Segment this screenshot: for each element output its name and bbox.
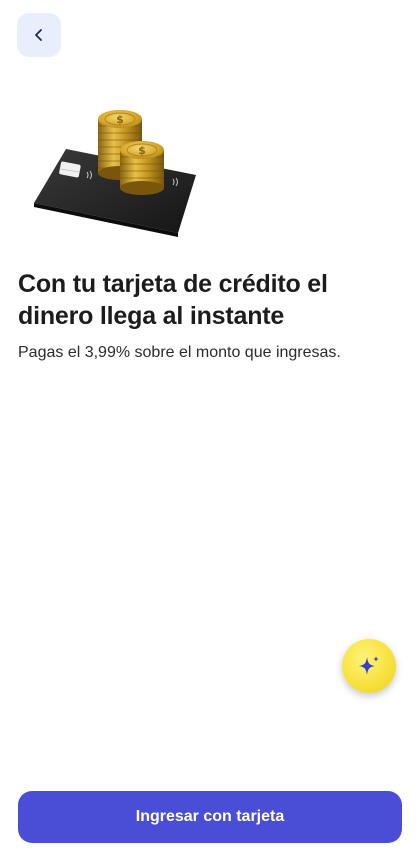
assistant-button[interactable] [342, 639, 396, 693]
svg-text:$: $ [138, 144, 146, 157]
hero-illustration: $ $ [28, 95, 208, 245]
enter-with-card-button[interactable]: Ingresar con tarjeta [18, 791, 402, 843]
coin-stack-short-icon: $ [120, 141, 164, 195]
svg-text:$: $ [116, 113, 124, 126]
back-button[interactable] [17, 13, 61, 57]
fee-description: Pagas el 3,99% sobre el monto que ingres… [18, 344, 341, 361]
chevron-left-icon [35, 29, 42, 41]
page-title: Con tu tarjeta de crédito el dinero lleg… [18, 270, 328, 330]
sparkle-icon [359, 656, 379, 675]
